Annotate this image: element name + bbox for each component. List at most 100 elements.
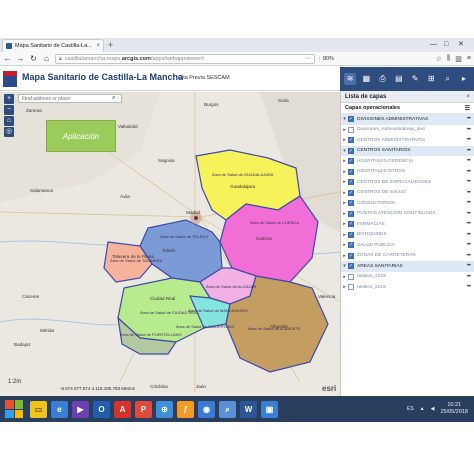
language-indicator[interactable]: ES (407, 406, 414, 412)
expand-chevron-icon[interactable]: ▸ (341, 158, 348, 164)
sidebar-icon[interactable]: ▥ (455, 55, 462, 63)
layer-item[interactable]: ▸ HOSPITALES GERENCIA ••• (341, 156, 474, 167)
expand-chevron-icon[interactable]: ▸ (341, 221, 348, 227)
network-icon[interactable]: ⊕ (156, 400, 173, 418)
expand-chevron-icon[interactable]: ▾ (341, 116, 348, 122)
layer-checkbox[interactable] (348, 284, 354, 291)
layer-item[interactable]: ▸ ZONAS DE CARRETERAS ••• (341, 251, 474, 262)
layer-checkbox[interactable] (348, 147, 354, 154)
layer-item[interactable]: ▸ CENTROS DE SALUD ••• (341, 188, 474, 199)
map-view[interactable]: Valladolid Segovia Salamanca Ávila Madrid Gua… (0, 92, 340, 396)
url-bar[interactable]: 🔒︎ castillalamancha.maps.arcgis.com/apps… (55, 53, 315, 64)
layer-menu-icon[interactable]: ••• (467, 158, 471, 164)
bookmark-icon[interactable]: ☆ (436, 55, 442, 63)
expand-chevron-icon[interactable]: ▾ (341, 148, 348, 154)
acrobat-icon[interactable]: A (114, 400, 131, 418)
layer-menu-icon[interactable]: ••• (467, 284, 471, 290)
layer-checkbox[interactable] (348, 200, 354, 207)
layer-menu-icon[interactable]: ••• (467, 242, 471, 248)
layer-menu-icon[interactable]: ••• (467, 211, 471, 217)
expand-chevron-icon[interactable]: ▸ (341, 232, 348, 238)
layer-item[interactable]: ▸ FARMACIAS ••• (341, 219, 474, 230)
locate-icon[interactable]: ◎ (4, 127, 14, 137)
library-icon[interactable]: ⫼ (447, 55, 450, 63)
layer-item[interactable]: ▸ SALUD PÚBLICA ••• (341, 240, 474, 251)
expand-chevron-icon[interactable]: ▸ (341, 190, 348, 196)
back-arrow-icon[interactable]: ← (3, 53, 12, 65)
more-icon[interactable]: ▸ (458, 73, 470, 85)
zoom-out-button[interactable]: − (4, 105, 14, 115)
browser-window-icon[interactable]: ▣ (261, 400, 278, 418)
clock[interactable]: 10:21 25/05/2018 (440, 402, 468, 416)
layer-menu-icon[interactable]: ••• (467, 116, 471, 122)
browser-tab[interactable]: Mapa Sanitario de Castilla-La... × (2, 39, 104, 52)
layer-menu-icon[interactable]: ••• (467, 274, 471, 280)
query-icon[interactable]: ⌕ (442, 73, 454, 85)
panel-close-icon[interactable]: × (466, 94, 470, 100)
layer-checkbox[interactable] (348, 273, 354, 280)
search-icon[interactable]: ⌕ (112, 95, 115, 102)
layer-menu-icon[interactable]: ••• (467, 200, 471, 206)
forward-arrow-icon[interactable]: → (16, 53, 25, 65)
layer-item[interactable]: ▾ DIVISIONES ADMINISTRATIVAS ••• (341, 114, 474, 125)
layer-checkbox[interactable] (348, 179, 354, 186)
minimize-button[interactable]: — (430, 39, 437, 51)
layer-checkbox[interactable] (348, 252, 354, 259)
layer-checkbox[interactable] (348, 231, 354, 238)
expand-chevron-icon[interactable]: ▸ (341, 274, 348, 280)
expand-chevron-icon[interactable]: ▸ (341, 242, 348, 248)
expand-chevron-icon[interactable]: ▸ (341, 179, 348, 185)
layer-item[interactable]: ▾ ÁREAS SANITARIAS ••• (341, 261, 474, 272)
chrome-icon[interactable]: ◉ (198, 400, 215, 418)
layer-checkbox[interactable] (348, 189, 354, 196)
tab-close-icon[interactable]: × (96, 43, 100, 49)
menu-icon[interactable]: ≡ (467, 55, 471, 63)
layer-checkbox[interactable] (348, 116, 354, 123)
page-actions-icon[interactable]: ⋯ (305, 55, 311, 62)
layer-item[interactable]: ▸ HOSPITALES OTROS ••• (341, 167, 474, 178)
layer-menu-icon[interactable]: ••• (467, 253, 471, 259)
expand-chevron-icon[interactable]: ▸ (341, 169, 348, 175)
expand-chevron-icon[interactable]: ▸ (341, 253, 348, 259)
layer-checkbox[interactable] (348, 168, 354, 175)
search-input[interactable] (22, 95, 112, 102)
file-explorer-icon[interactable]: ▭ (30, 400, 47, 418)
layer-menu-icon[interactable]: ••• (467, 232, 471, 238)
layer-menu-icon[interactable]: ••• (467, 221, 471, 227)
draw-icon[interactable]: ✎ (409, 73, 421, 85)
table-icon[interactable]: ▤ (393, 73, 405, 85)
new-tab-button[interactable]: + (108, 39, 113, 51)
measure-icon[interactable]: ⊞ (425, 73, 437, 85)
layer-item[interactable]: ▸ CENTROS ADMINISTRATIVOS ••• (341, 135, 474, 146)
expand-chevron-icon[interactable]: ▾ (341, 263, 348, 269)
home-icon[interactable]: ⌂ (42, 53, 51, 65)
layer-checkbox[interactable] (348, 210, 354, 217)
home-extent-icon[interactable]: ⌂ (4, 116, 14, 126)
windows-start-icon[interactable] (5, 400, 23, 418)
basemap-icon[interactable]: ▦ (360, 73, 372, 85)
zoom-level[interactable]: 80% (319, 55, 334, 62)
layer-item[interactable]: ▾ CENTROS SANITARIOS ••• (341, 145, 474, 156)
layer-menu-icon[interactable]: ••• (467, 263, 471, 269)
layer-checkbox[interactable] (348, 126, 354, 133)
layer-checkbox[interactable] (348, 242, 354, 249)
layer-item[interactable]: ▸ relatios_2019 ••• (341, 272, 474, 283)
layer-checkbox[interactable] (348, 158, 354, 165)
layer-item[interactable]: ▸ BOTIQUINES ••• (341, 230, 474, 241)
firefox-icon[interactable]: ƒ (177, 400, 194, 418)
expand-chevron-icon[interactable]: ▸ (341, 211, 348, 217)
layer-item[interactable]: ▸ relatios_2019 ••• (341, 282, 474, 293)
expand-chevron-icon[interactable]: ▸ (341, 127, 348, 133)
network-tray-icon[interactable]: ▲ (420, 406, 425, 412)
layer-menu-icon[interactable]: ••• (467, 148, 471, 154)
reload-icon[interactable]: ↻ (29, 53, 38, 65)
print-icon[interactable]: ⎙ (377, 73, 389, 85)
layers-icon[interactable]: ≋ (344, 73, 357, 85)
close-window-button[interactable]: ✕ (458, 39, 464, 51)
cita-previa-link[interactable]: Cita Previa SESCAM (178, 75, 230, 81)
layer-checkbox[interactable] (348, 263, 354, 270)
maximize-button[interactable]: □ (444, 39, 448, 51)
layer-item[interactable]: ▸ Divisiones_Administrativas_ded ••• (341, 125, 474, 136)
layer-menu-icon[interactable]: ••• (467, 190, 471, 196)
volume-icon[interactable]: ◀ (431, 406, 435, 412)
